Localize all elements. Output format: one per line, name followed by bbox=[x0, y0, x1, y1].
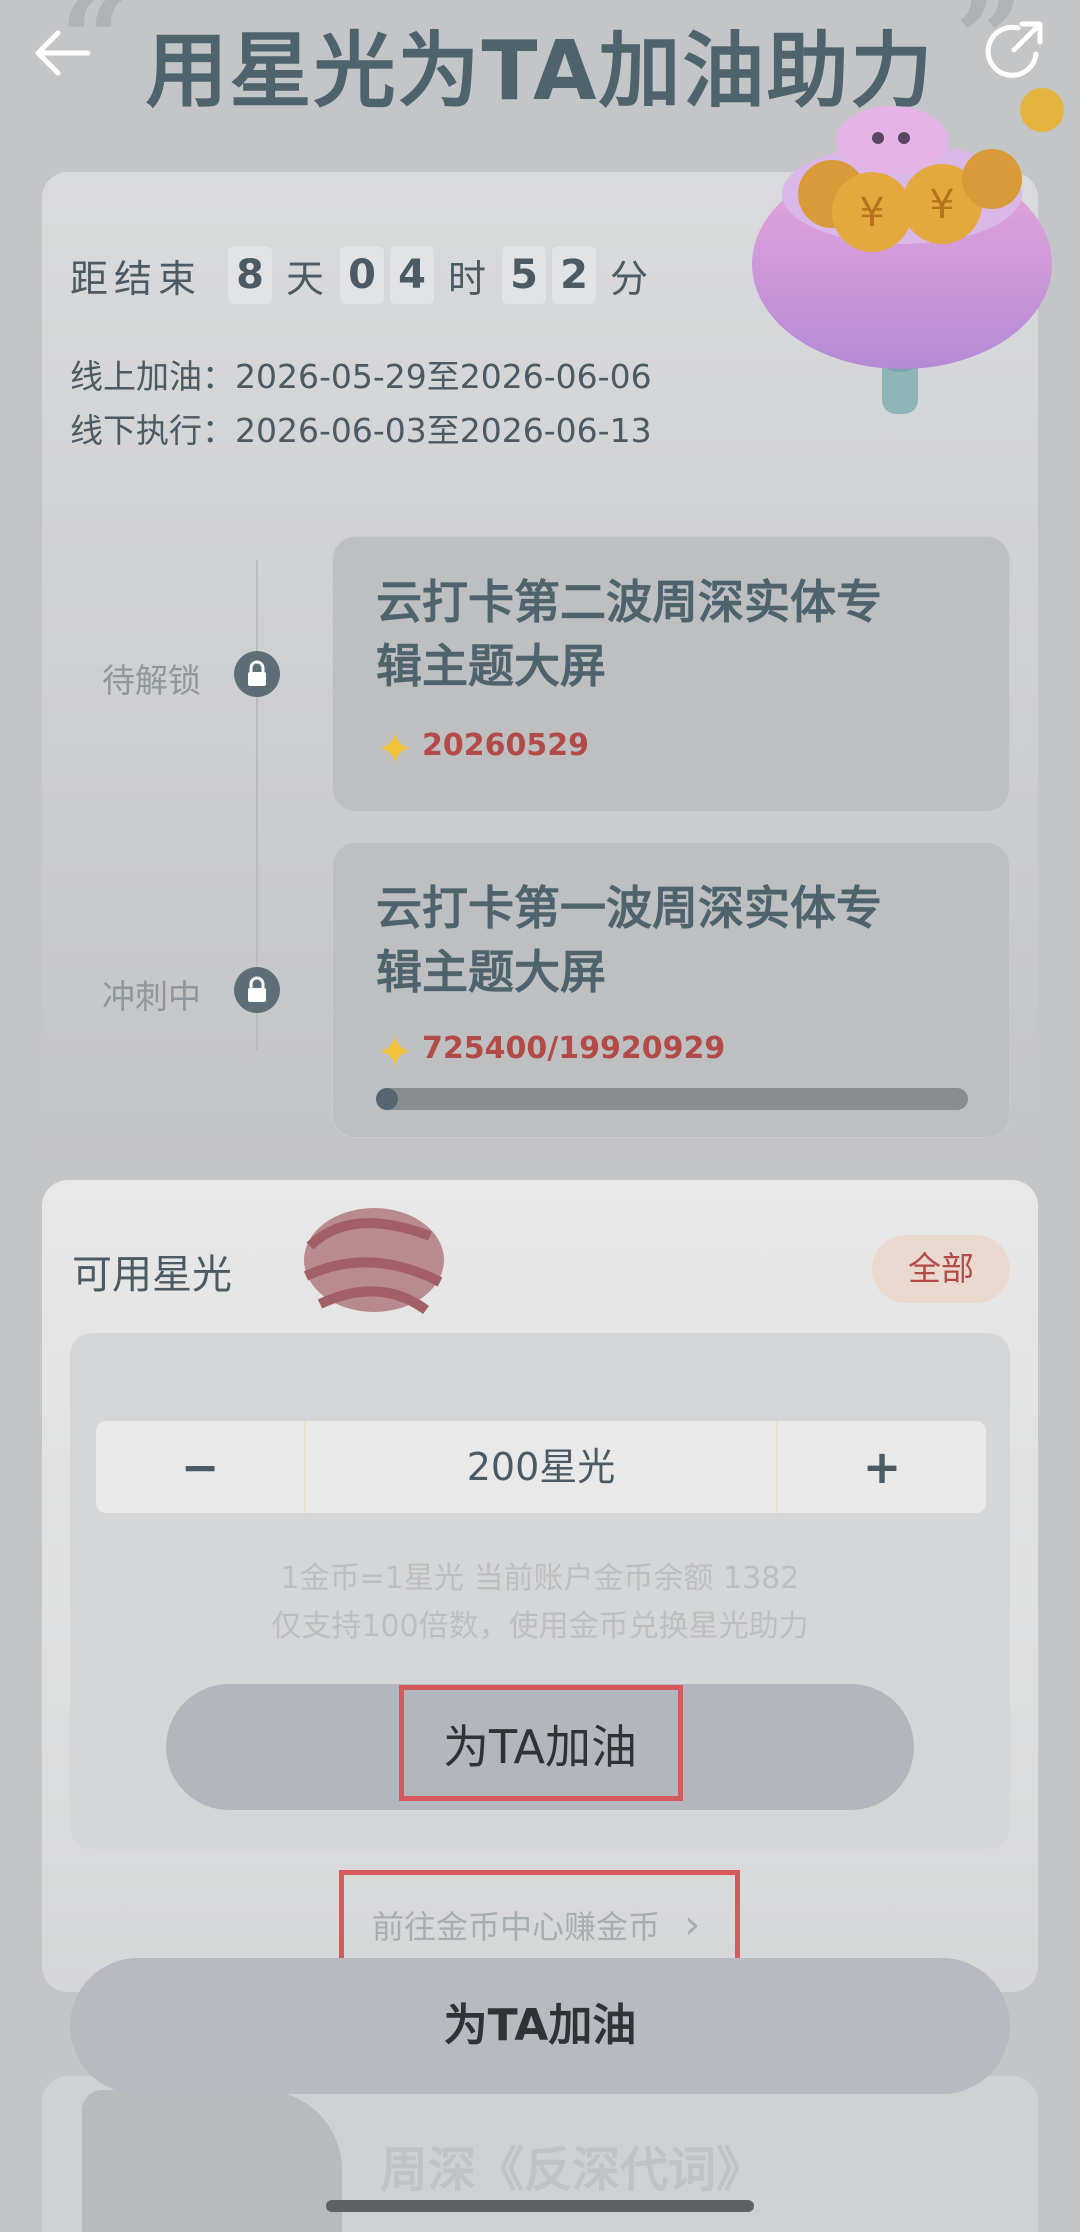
goal-title: 辑主题大屏 bbox=[376, 639, 606, 693]
countdown-unit-hours: 时 bbox=[448, 256, 487, 301]
back-arrow-icon[interactable] bbox=[28, 18, 98, 88]
exchange-rule-hint: 仅支持100倍数，使用金币兑换星光助力 bbox=[271, 1609, 809, 1644]
goal-progress-count: 725400/19920929 bbox=[422, 1031, 726, 1066]
goal-status-locked: 待解锁 bbox=[102, 661, 201, 700]
sparkle-icon bbox=[379, 732, 411, 764]
exchange-rate-hint: 1金币=1星光 当前账户金币余额 1382 bbox=[280, 1561, 800, 1596]
highlight-box bbox=[399, 1685, 683, 1801]
countdown-digit: 8 bbox=[228, 246, 273, 304]
countdown-digit: 4 bbox=[390, 246, 435, 304]
countdown-timer: 距结束 8 天 0 4 时 5 2 分 bbox=[70, 242, 664, 308]
svg-text:¥: ¥ bbox=[929, 182, 954, 228]
goal-title: 辑主题大屏 bbox=[376, 945, 606, 999]
countdown-digit: 2 bbox=[552, 246, 597, 304]
highlight-box bbox=[339, 1870, 740, 1966]
svg-text:¥: ¥ bbox=[859, 190, 884, 236]
goal-target-count: 20260529 bbox=[422, 728, 589, 763]
available-starlight-label: 可用星光 bbox=[72, 1252, 232, 1298]
online-period: 线上加油：2026-05-29至2026-06-06 bbox=[70, 357, 652, 396]
increase-button[interactable]: + bbox=[778, 1421, 986, 1513]
lock-icon bbox=[234, 651, 280, 697]
album-title: 周深《反深代词》 bbox=[380, 2142, 765, 2198]
home-indicator[interactable] bbox=[326, 2200, 754, 2212]
countdown-digit: 0 bbox=[340, 246, 385, 304]
lock-icon bbox=[234, 967, 280, 1013]
piggy-bank-illustration: ¥ ¥ bbox=[752, 88, 1064, 414]
bottom-cheer-button[interactable]: 为TA加油 bbox=[70, 1958, 1010, 2094]
countdown-digit: 5 bbox=[502, 246, 547, 304]
sparkle-icon bbox=[379, 1035, 411, 1067]
countdown-unit-minutes: 分 bbox=[610, 256, 649, 301]
countdown-label: 距结束 bbox=[70, 256, 203, 301]
album-thumbnail bbox=[82, 2090, 342, 2232]
decrease-button[interactable]: − bbox=[96, 1421, 304, 1513]
goal-title: 云打卡第一波周深实体专 bbox=[376, 881, 882, 935]
starlight-stepper: − 200星光 + bbox=[96, 1421, 986, 1513]
goal-progress-fill bbox=[376, 1088, 398, 1110]
goal-progress-bar bbox=[376, 1088, 968, 1110]
goal-status-sprinting: 冲刺中 bbox=[102, 977, 201, 1016]
goal-title: 云打卡第二波周深实体专 bbox=[376, 575, 882, 629]
countdown-unit-days: 天 bbox=[286, 256, 325, 301]
starlight-amount-input[interactable]: 200星光 bbox=[304, 1421, 778, 1513]
share-icon[interactable] bbox=[978, 14, 1050, 86]
redacted-scribble bbox=[303, 1208, 444, 1315]
use-all-button[interactable]: 全部 bbox=[872, 1235, 1010, 1303]
offline-period: 线下执行：2026-06-03至2026-06-13 bbox=[70, 411, 652, 450]
